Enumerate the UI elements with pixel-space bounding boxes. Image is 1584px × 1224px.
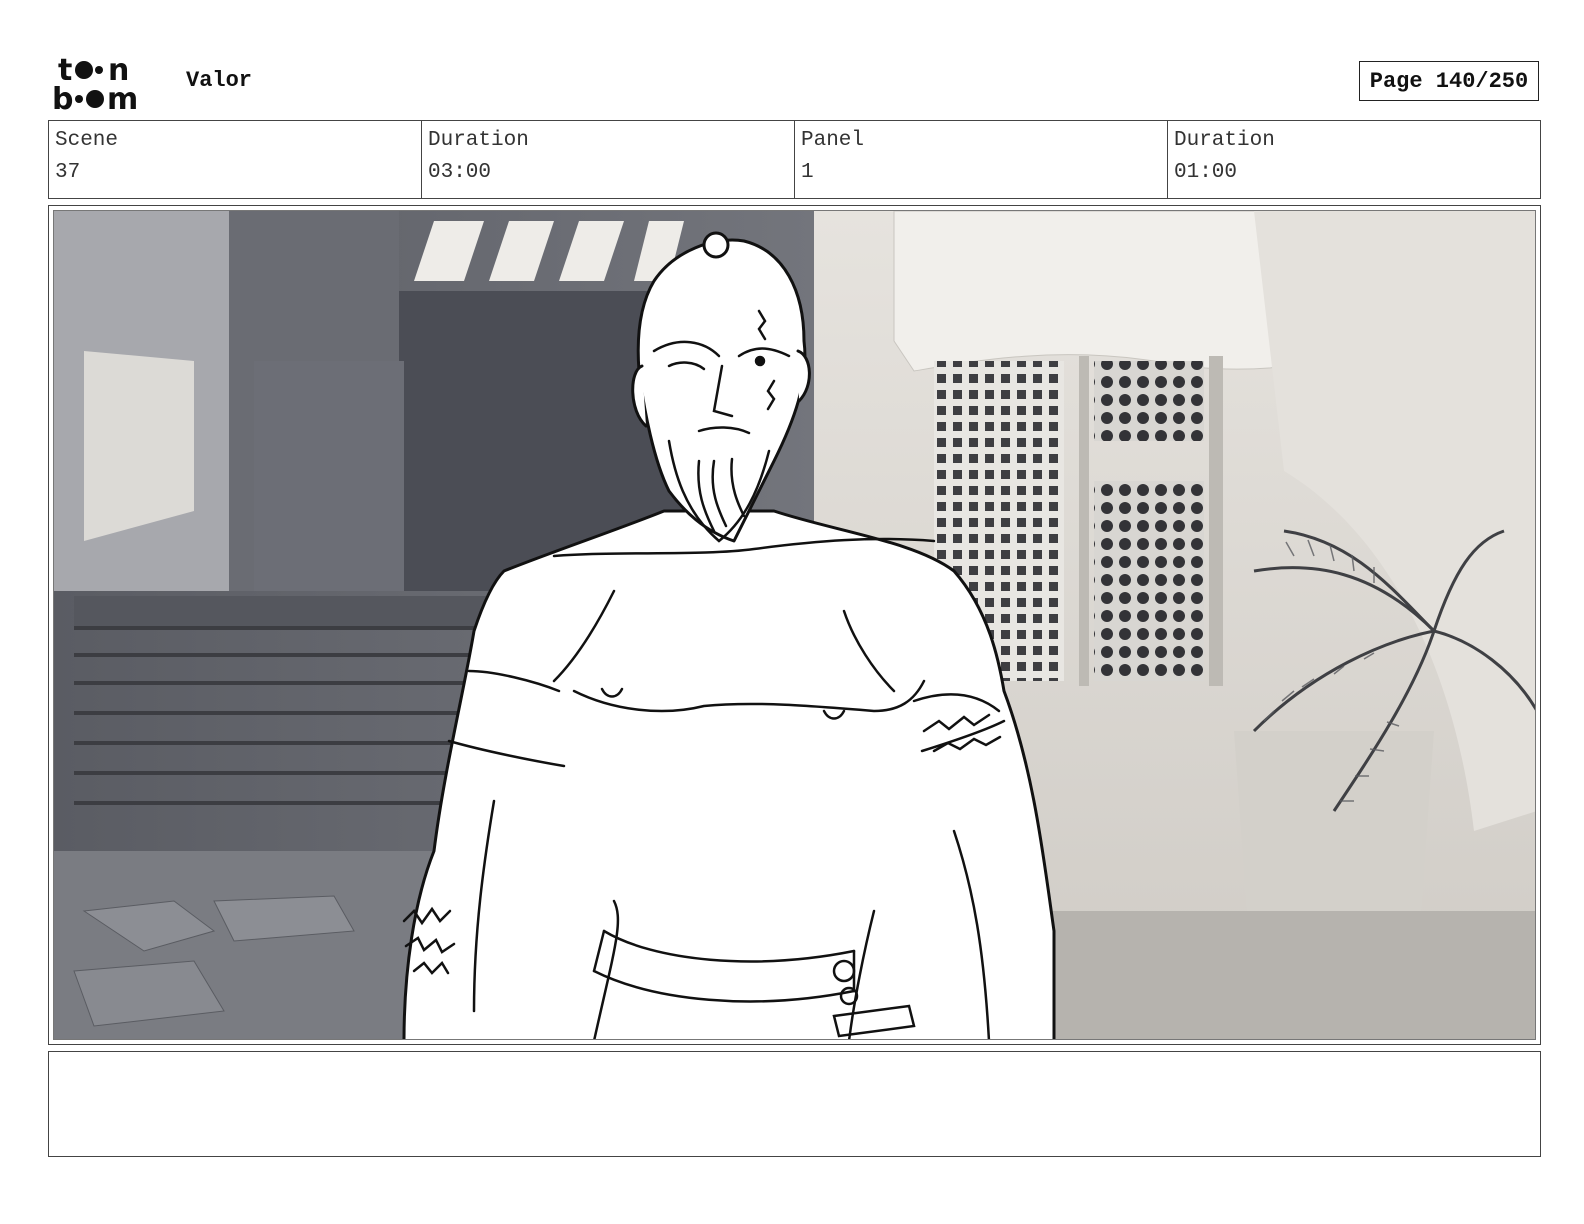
storyboard-panel-image bbox=[53, 210, 1536, 1040]
panel-duration-label: Duration bbox=[1174, 129, 1275, 152]
scene-info-table: Scene 37 Duration 03:00 Panel 1 Duration… bbox=[48, 120, 1541, 199]
panel-label: Panel bbox=[801, 129, 865, 152]
panel-value: 1 bbox=[801, 161, 814, 184]
svg-text:b: b bbox=[52, 82, 73, 114]
project-title: Valor bbox=[186, 68, 253, 93]
toonboom-logo: t n b m bbox=[52, 52, 164, 114]
panel-duration-cell: Duration 01:00 bbox=[1168, 121, 1540, 198]
page-label: Page bbox=[1369, 68, 1423, 94]
scene-value: 37 bbox=[55, 161, 81, 184]
page-number: 140/250 bbox=[1435, 68, 1529, 94]
scene-label: Scene bbox=[55, 129, 119, 152]
panel-notes-box bbox=[48, 1051, 1541, 1157]
page-indicator: Page 140/250 bbox=[1359, 61, 1539, 101]
scene-duration-label: Duration bbox=[428, 129, 529, 152]
panel-cell: Panel 1 bbox=[795, 121, 1168, 198]
scene-duration-value: 03:00 bbox=[428, 161, 492, 184]
storyboard-panel-frame bbox=[48, 205, 1541, 1045]
scene-duration-cell: Duration 03:00 bbox=[422, 121, 795, 198]
scene-cell: Scene 37 bbox=[49, 121, 422, 198]
svg-text:m: m bbox=[107, 82, 138, 114]
panel-duration-value: 01:00 bbox=[1174, 161, 1238, 184]
